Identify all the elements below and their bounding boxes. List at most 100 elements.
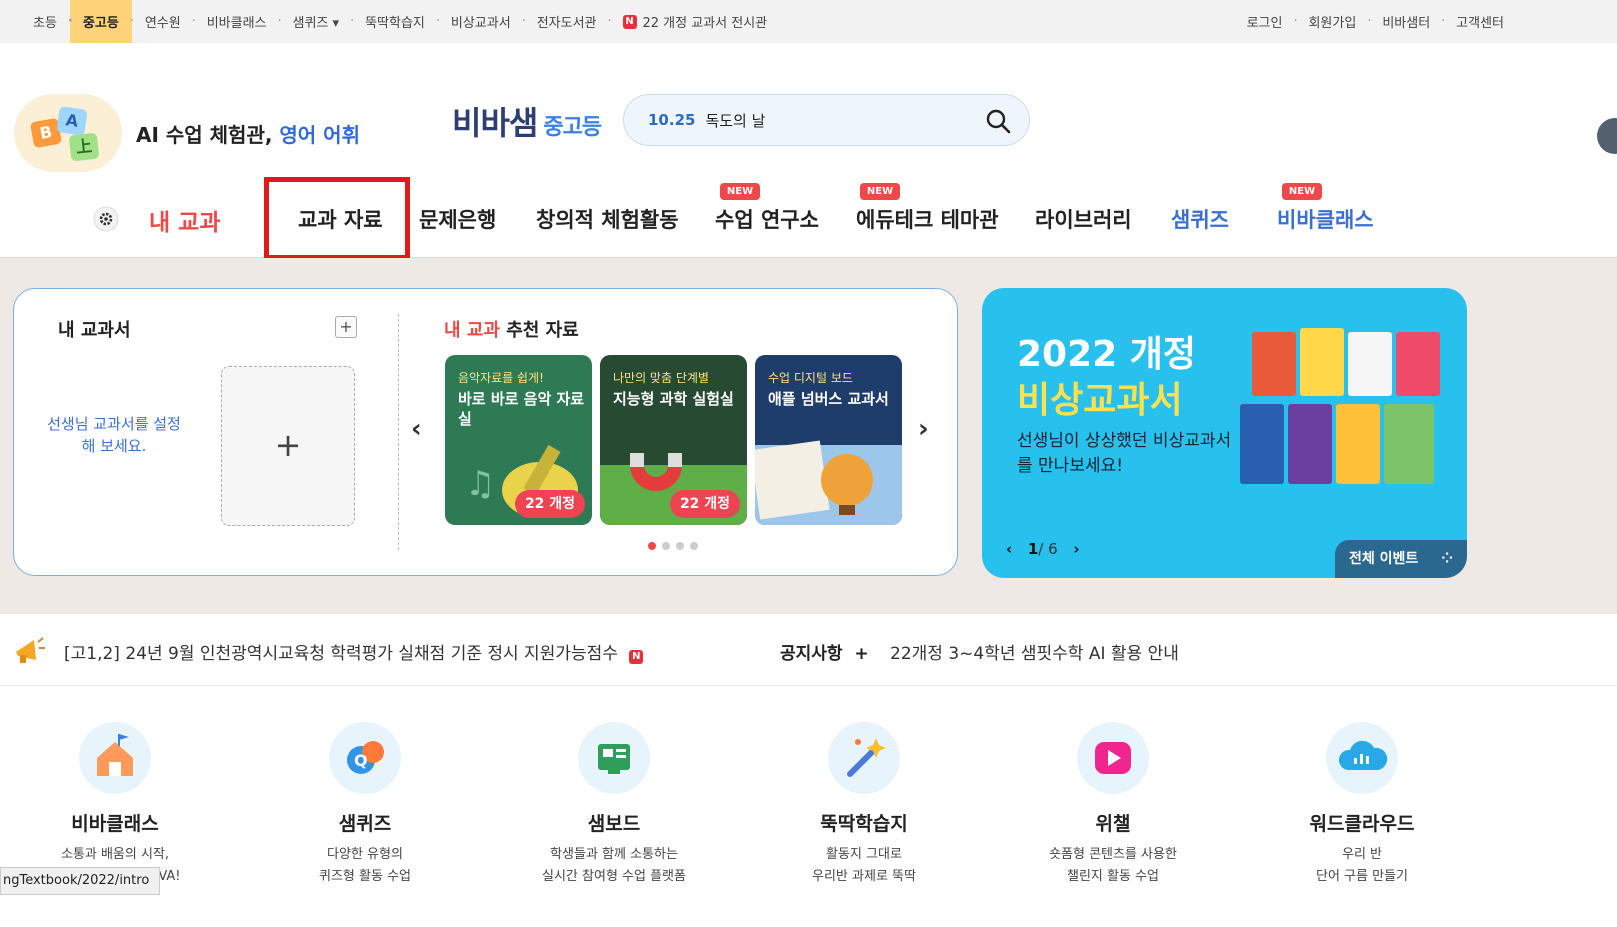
notice-headline[interactable]: [고1,2] 24년 9월 인천광역시교육청 학력평가 실채점 기준 정시 지원… — [64, 639, 649, 664]
link-elementary[interactable]: 초등 — [20, 0, 70, 43]
signup-link[interactable]: 회원가입 — [1293, 0, 1369, 43]
nav-class-lab[interactable]: 수업 연구소 — [715, 204, 819, 234]
service-desc: 챌린지 활동 수업 — [1067, 869, 1159, 884]
dot[interactable] — [648, 542, 656, 550]
card-title: 바로 바로 음악 자료실 — [458, 390, 585, 428]
textbook-cover — [1348, 332, 1392, 396]
nav-vivaclass[interactable]: 비바클래스 — [1277, 204, 1374, 234]
next-arrow-icon[interactable]: › — [918, 414, 929, 444]
link-samquiz-dropdown[interactable]: 샘퀴즈 ▾ — [278, 0, 353, 43]
dot[interactable] — [690, 542, 698, 550]
card-subtitle: 음악자료를 쉽게! — [458, 371, 544, 385]
service-desc: 우리반 과제로 뚝딱 — [812, 869, 916, 884]
service-worksheet[interactable]: 뚝딱학습지 활동지 그대로우리반 과제로 뚝딱 — [764, 722, 964, 888]
all-events-label: 전체 이벤트 — [1349, 551, 1419, 567]
card-title: 지능형 과학 실험실 — [613, 390, 734, 408]
search-keyword: 독도의 날 — [705, 111, 766, 130]
pager-prev-icon[interactable]: ‹ — [1006, 540, 1012, 558]
service-samquiz[interactable]: Q 샘퀴즈 다양한 유형의 퀴즈형 활동 수업 — [265, 722, 465, 888]
recommend-title: 내 교과 추천 자료 — [444, 316, 579, 342]
search-bar[interactable]: 10.25 독도의 날 — [623, 94, 1030, 146]
dot[interactable] — [662, 542, 670, 550]
nav-my-subject[interactable]: 내 교과 — [149, 203, 221, 237]
customer-center-link[interactable]: 고객센터 — [1441, 0, 1517, 43]
abc-blocks-icon: B A 上 — [14, 94, 122, 172]
set-textbook-guide[interactable]: 선생님 교과서를 설정해 보세요. — [46, 413, 182, 457]
card-title: 애플 넘버스 교과서 — [768, 390, 889, 408]
card-badge: 22 개정 — [670, 490, 740, 518]
textbook-cover — [1396, 332, 1440, 396]
search-icon[interactable] — [985, 108, 1011, 134]
prev-arrow-icon[interactable]: ‹ — [411, 414, 422, 444]
megaphone-icon — [16, 637, 45, 663]
service-desc: 활동지 그대로 — [826, 847, 902, 862]
service-desc: 우리 반 — [1341, 847, 1382, 862]
link-worksheet[interactable]: 뚝딱학습지 — [350, 0, 438, 43]
recommend-card-numbers[interactable]: 수업 디지털 보드 애플 넘버스 교과서 — [755, 355, 902, 525]
nav-library[interactable]: 라이브러리 — [1035, 204, 1132, 234]
svg-text:♫: ♫ — [465, 464, 495, 504]
textbook-cover — [1384, 404, 1434, 484]
service-name: 워드클라우드 — [1309, 813, 1415, 835]
add-textbook-slot[interactable]: + — [221, 366, 355, 526]
play-icon — [1077, 722, 1149, 794]
new-tag: NEW — [860, 183, 900, 200]
highlight-box — [264, 177, 410, 260]
balloon-icon — [755, 440, 902, 525]
notice-label[interactable]: 공지사항 + — [780, 639, 869, 664]
board-icon — [578, 722, 650, 794]
vivasam-logo[interactable]: 비바샘 중고등 — [452, 98, 602, 144]
dot[interactable] — [676, 542, 684, 550]
recommend-card-music[interactable]: ♫ 음악자료를 쉽게! 바로 바로 음악 자료실 22 개정 — [445, 355, 592, 525]
card-subtitle: 나만의 맞춤 단계별 — [613, 371, 709, 385]
link-middle-high[interactable]: 중고등 — [68, 0, 132, 43]
login-link[interactable]: 로그인 — [1234, 0, 1296, 43]
all-events-button[interactable]: 전체 이벤트 ⁘ — [1335, 540, 1467, 578]
add-textbook-button[interactable]: + — [335, 316, 357, 338]
link-visang-textbook[interactable]: 비상교과서 — [436, 0, 524, 43]
nav-question-bank[interactable]: 문제은행 — [419, 204, 496, 234]
service-desc: 다양한 유형의 — [327, 847, 403, 862]
ai-class-promo[interactable]: B A 上 AI 수업 체험관, 영어 어휘 — [14, 94, 360, 172]
nav-creative-activities[interactable]: 창의적 체험활동 — [536, 204, 679, 234]
notice-headline-text: [고1,2] 24년 9월 인천광역시교육청 학력평가 실채점 기준 정시 지원… — [64, 644, 618, 664]
logo-level: 중고등 — [543, 115, 602, 140]
notice-label-text: 공지사항 — [780, 644, 843, 664]
service-desc: 학생들과 함께 소통하는 — [550, 847, 678, 862]
service-wordcloud[interactable]: 워드클라우드 우리 반 단어 구름 만들기 — [1262, 722, 1462, 888]
card-badge: 22 개정 — [515, 490, 585, 518]
event-pager: ‹ 1/ 6 › — [1006, 540, 1080, 558]
link-e-library[interactable]: 전자도서관 — [522, 0, 610, 43]
account-links: 로그인 회원가입 비바샘터 고객센터 — [1234, 0, 1517, 43]
notice-item[interactable]: 22개정 3~4학년 샘핏수학 AI 활용 안내 — [890, 639, 1179, 664]
event-banner[interactable]: 2022 개정 비상교과서 선생님이 상상했던 비상교과서를 만나보세요! ‹ 1… — [982, 288, 1467, 578]
service-sambord[interactable]: 샘보드 학생들과 함께 소통하는 실시간 참여형 수업 플랫폼 — [514, 722, 714, 888]
service-desc: 숏폼형 콘텐츠를 사용한 — [1049, 847, 1177, 862]
gear-icon[interactable] — [93, 206, 119, 232]
link-textbook-exhibition[interactable]: N 22 개정 교과서 전시관 — [608, 0, 781, 43]
card-subtitle: 수업 디지털 보드 — [768, 371, 853, 385]
textbook-cover — [1288, 404, 1332, 484]
notice-more-icon[interactable]: + — [854, 644, 868, 664]
search-date: 10.25 — [648, 111, 696, 129]
link-vivaclass[interactable]: 비바클래스 — [192, 0, 280, 43]
service-vivaclass[interactable]: 비바클래스 소통과 배움의 시작,우리반 소통 공간 VIVA! — [15, 722, 215, 888]
side-panel-toggle[interactable] — [1597, 118, 1617, 154]
promo-accent: 영어 어휘 — [279, 122, 360, 147]
textbook-cover — [1240, 404, 1284, 484]
service-desc: 퀴즈형 활동 수업 — [319, 869, 411, 884]
service-name: 뚝딱학습지 — [820, 813, 908, 835]
promo-text: AI 수업 체험관, — [136, 122, 280, 147]
service-wechal[interactable]: 위챌 숏폼형 콘텐츠를 사용한챌린지 활동 수업 — [1013, 722, 1213, 888]
divider — [398, 314, 399, 550]
service-name: 위챌 — [1095, 813, 1131, 835]
recommend-card-science[interactable]: 나만의 맞춤 단계별 지능형 과학 실험실 22 개정 — [600, 355, 747, 525]
pager-next-icon[interactable]: › — [1073, 540, 1079, 558]
nav-samquiz[interactable]: 샘퀴즈 — [1171, 204, 1229, 234]
top-utility-bar: 초등 중고등 연수원 비바클래스 샘퀴즈 ▾ 뚝딱학습지 비상교과서 전자도서관… — [0, 0, 1617, 43]
link-training[interactable]: 연수원 — [130, 0, 194, 43]
vivasamteo-link[interactable]: 비바샘터 — [1367, 0, 1443, 43]
carousel-dots[interactable] — [648, 542, 698, 550]
nav-edutech-theme[interactable]: 에듀테크 테마관 — [856, 204, 999, 234]
logo-name: 비바샘 — [452, 104, 538, 142]
